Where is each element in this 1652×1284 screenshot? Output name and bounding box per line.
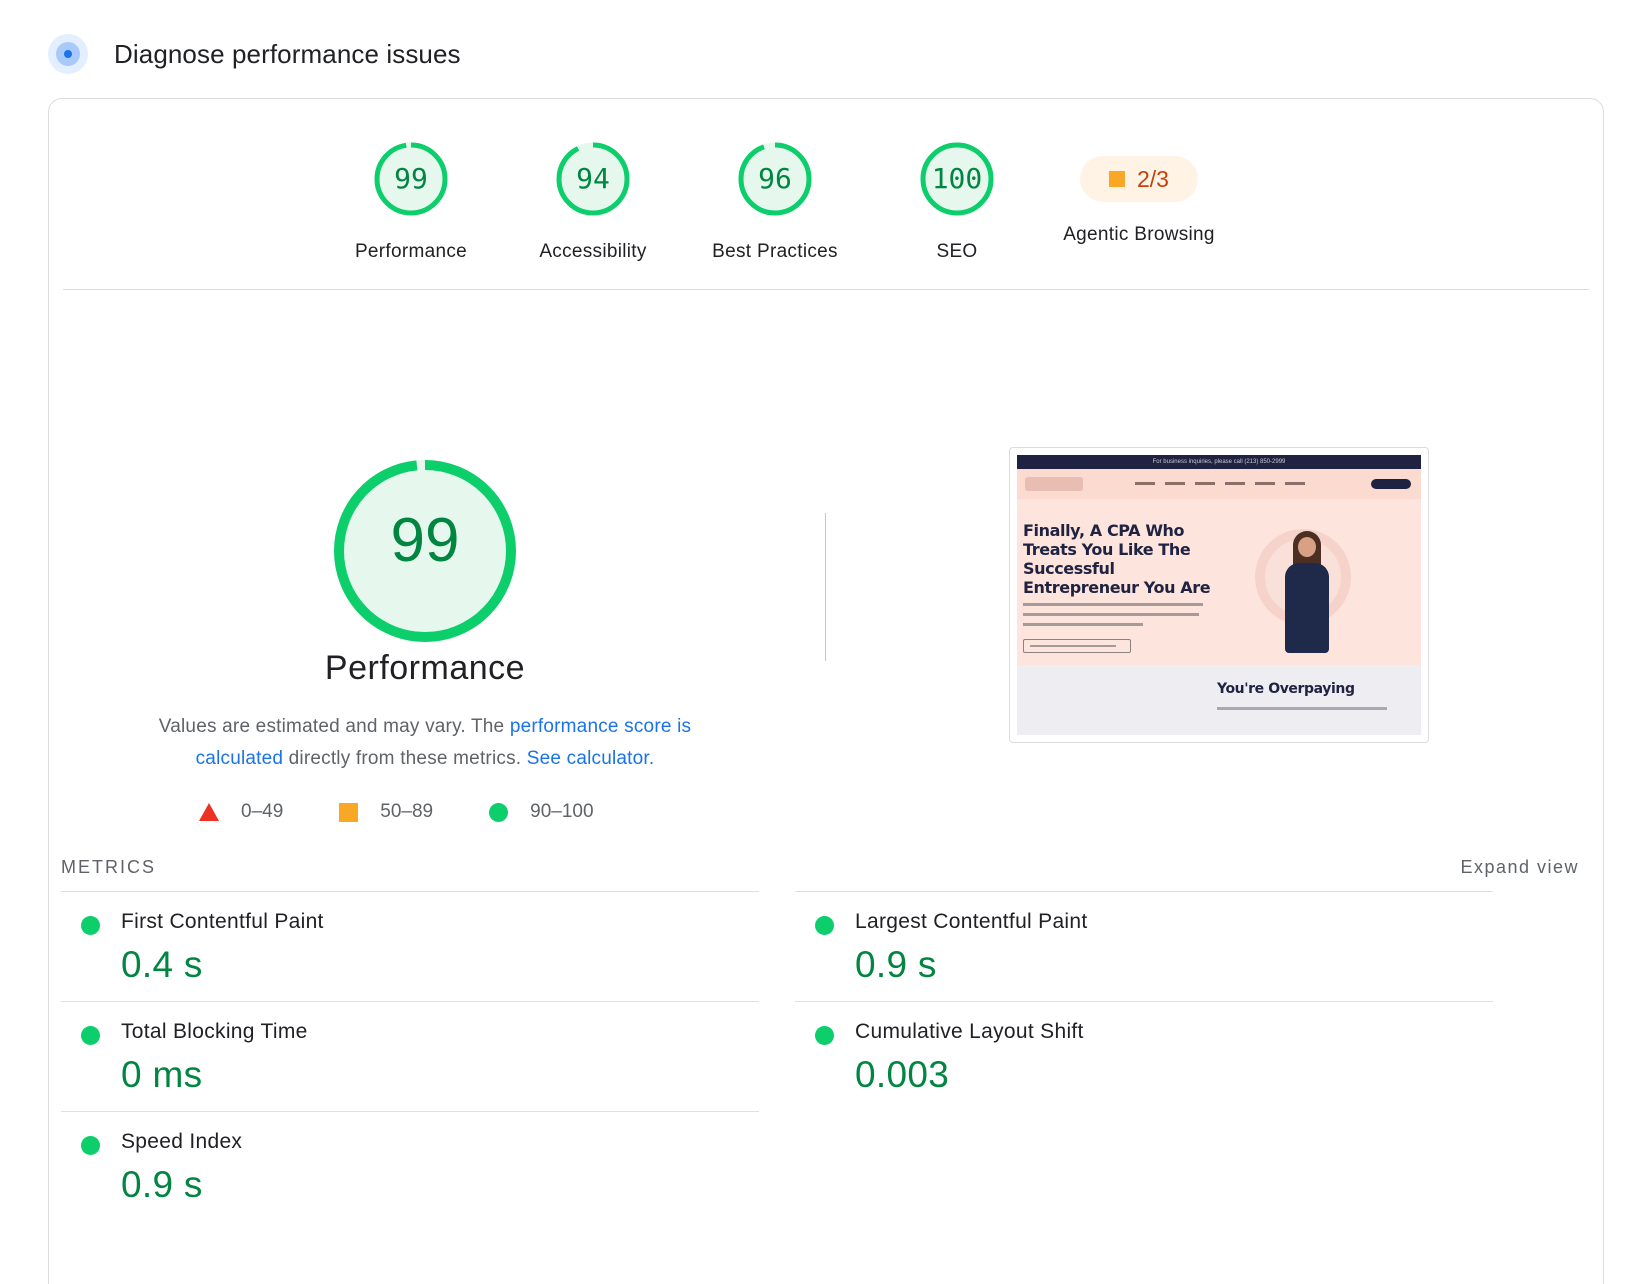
- gauge-label: Accessibility: [539, 241, 647, 262]
- metric-cumulative-layout-shift: Cumulative Layout Shift 0.003: [795, 1001, 1493, 1111]
- gauge-score: 100: [931, 162, 983, 195]
- performance-description: Values are estimated and may vary. The p…: [125, 711, 725, 775]
- thumb-nav: [1017, 469, 1421, 499]
- metric-name: Speed Index: [121, 1130, 243, 1153]
- metric-value: 0.003: [855, 1054, 950, 1095]
- gauge-label: Best Practices: [712, 241, 838, 262]
- page-screenshot-thumbnail[interactable]: For business inquiries, please call (213…: [1009, 447, 1429, 743]
- legend-average: 50–89: [339, 801, 433, 823]
- legend-range: 50–89: [380, 801, 434, 822]
- legend-range: 90–100: [530, 801, 594, 822]
- gauge-label: Agentic Browsing: [1063, 224, 1215, 245]
- performance-gauge: 99: [325, 451, 525, 651]
- performance-title: Performance: [324, 649, 526, 687]
- gauge-score: 94: [576, 162, 610, 195]
- pass-circle-icon: [81, 916, 100, 935]
- score-legend: 0–49 50–89 90–100: [199, 799, 659, 825]
- legend-range: 0–49: [241, 801, 284, 822]
- gauge-score: 99: [394, 162, 428, 195]
- average-square-icon: [1109, 171, 1125, 187]
- gauge-seo[interactable]: 100 SEO: [857, 139, 1057, 263]
- metric-value: 0.9 s: [855, 944, 937, 985]
- gauge-score: 96: [758, 162, 792, 195]
- gauge-performance[interactable]: 99 Performance: [311, 139, 511, 263]
- page-header: Diagnose performance issues: [48, 34, 461, 74]
- gauge-agentic-browsing[interactable]: 2/3 Agentic Browsing: [1039, 139, 1239, 246]
- expand-view-toggle[interactable]: Expand view: [1460, 857, 1579, 878]
- metric-first-contentful-paint: First Contentful Paint 0.4 s: [61, 891, 759, 1001]
- divider: [63, 289, 1589, 290]
- pass-circle-icon: [81, 1136, 100, 1155]
- thumb-heading: Finally, A CPA Who Treats You Like The S…: [1023, 521, 1211, 597]
- fail-triangle-icon: [199, 803, 219, 821]
- metric-value: 0.9 s: [121, 1164, 203, 1205]
- vertical-divider: [825, 513, 826, 661]
- metrics-heading: METRICS: [61, 857, 156, 877]
- see-calculator-link[interactable]: See calculator.: [527, 748, 655, 769]
- score-gauges: 99 Performance 94 Accessibility 96 Best …: [49, 139, 1603, 289]
- pass-circle-icon: [489, 802, 509, 822]
- average-square-icon: [339, 802, 359, 822]
- report-card: 99 Performance 94 Accessibility 96 Best …: [48, 98, 1604, 1284]
- radar-icon: [48, 34, 88, 74]
- desc-text: Values are estimated and may vary. The: [158, 716, 510, 737]
- metric-name: Largest Contentful Paint: [855, 910, 1088, 933]
- gauge-best-practices[interactable]: 96 Best Practices: [675, 139, 875, 263]
- gauge-label: Performance: [354, 241, 468, 262]
- agentic-score-badge: 2/3: [1080, 156, 1198, 202]
- thumb-person-image: [1279, 531, 1335, 653]
- metric-total-blocking-time: Total Blocking Time 0 ms: [61, 1001, 759, 1111]
- metric-largest-contentful-paint: Largest Contentful Paint 0.9 s: [795, 891, 1493, 1001]
- pass-circle-icon: [815, 1026, 834, 1045]
- metric-name: First Contentful Paint: [121, 910, 324, 933]
- performance-score: 99: [390, 506, 460, 575]
- metric-name: Cumulative Layout Shift: [855, 1020, 1084, 1043]
- desc-text: directly from these metrics.: [283, 748, 527, 769]
- page-title: Diagnose performance issues: [114, 38, 461, 69]
- thumb-topbar: For business inquiries, please call (213…: [1017, 455, 1421, 469]
- gauge-accessibility[interactable]: 94 Accessibility: [493, 139, 693, 263]
- metric-name: Total Blocking Time: [121, 1020, 308, 1043]
- legend-fail: 0–49: [199, 801, 283, 823]
- thumb-subheading: You're Overpaying: [1217, 681, 1355, 697]
- metric-speed-index: Speed Index 0.9 s: [61, 1111, 759, 1221]
- pass-circle-icon: [815, 916, 834, 935]
- pass-circle-icon: [81, 1026, 100, 1045]
- agentic-score: 2/3: [1137, 165, 1169, 192]
- gauge-label: SEO: [936, 241, 978, 262]
- metric-value: 0.4 s: [121, 944, 203, 985]
- metric-value: 0 ms: [121, 1054, 203, 1095]
- legend-pass: 90–100: [489, 801, 594, 823]
